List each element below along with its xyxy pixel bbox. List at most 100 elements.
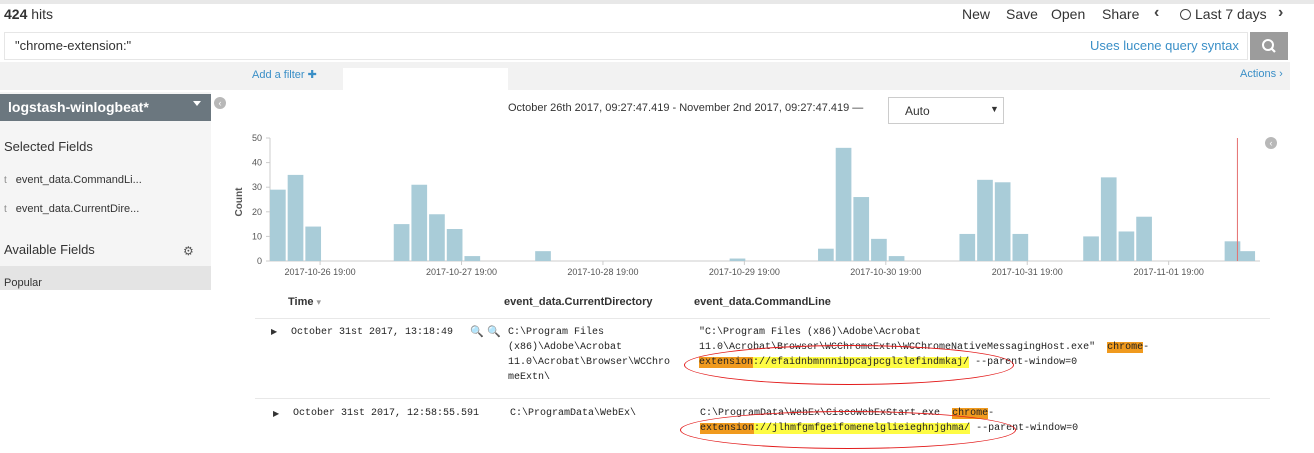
field-name: event_data.CommandLi... (15, 174, 142, 186)
search-input[interactable] (15, 38, 915, 53)
command-line-column-header[interactable]: event_data.CommandLine (694, 296, 831, 308)
histogram-bar (446, 229, 463, 261)
caret-down-icon[interactable] (193, 101, 201, 106)
y-tick-label: 0 (257, 256, 262, 266)
gear-icon[interactable]: ⚙ (183, 244, 194, 258)
x-tick-label: 2017-10-27 19:00 (426, 267, 497, 277)
plus-icon: ✚ (307, 69, 317, 81)
row-current-directory: C:\ProgramData\WebEx\ (510, 408, 637, 419)
string-type-icon: t (4, 175, 7, 186)
caret-down-icon: ▼ (990, 104, 999, 114)
zoom-out-icon[interactable]: 🔍 (487, 325, 501, 338)
red-annotation-circle (684, 345, 1014, 385)
histogram-bar (1100, 177, 1117, 261)
filter-bar-tab (343, 68, 508, 94)
histogram-bar (429, 214, 445, 261)
expand-row-icon[interactable]: ▶ (271, 327, 277, 336)
x-tick-label: 2017-10-31 19:00 (992, 267, 1063, 277)
histogram-bar (393, 224, 410, 261)
selected-fields-title: Selected Fields (4, 139, 93, 154)
histogram-bar (977, 179, 993, 261)
save-button[interactable]: Save (1006, 6, 1038, 22)
string-type-icon: t (4, 204, 7, 215)
chevron-right-small-icon: › (1279, 68, 1283, 80)
time-column-header[interactable]: Time ▾ (288, 296, 321, 308)
x-tick-label: 2017-10-28 19:00 (567, 267, 638, 277)
histogram-bar (1118, 231, 1135, 261)
sort-icon[interactable]: ▾ (317, 297, 322, 307)
y-tick-label: 10 (252, 231, 262, 241)
histogram-bar (464, 256, 481, 261)
time-picker-label: Last 7 days (1195, 6, 1267, 22)
chevron-left-icon[interactable]: ‹ (1154, 4, 1159, 22)
dir-line: (x86)\Adobe\Acrobat (508, 342, 623, 353)
y-tick-label: 40 (252, 158, 262, 168)
dir-line: C:\Program Files (508, 327, 605, 338)
selected-field-item[interactable]: t event_data.CommandLi... (4, 174, 142, 186)
share-button[interactable]: Share (1102, 6, 1139, 22)
selected-field-item[interactable]: t event_data.CurrentDire... (4, 203, 139, 215)
histogram-bar (535, 251, 551, 261)
histogram-bar (835, 147, 852, 261)
y-tick-label: 30 (252, 182, 262, 192)
zoom-in-icon[interactable]: 🔍 (470, 325, 484, 338)
histogram-bar (853, 197, 870, 261)
collapse-sidebar-icon[interactable]: ‹ (214, 97, 226, 109)
histogram-bar (959, 233, 976, 261)
cmd-dash: - (1143, 342, 1150, 353)
popular-fields-header: Popular (0, 266, 211, 290)
histogram-bar (287, 174, 304, 261)
row-current-directory: C:\Program Files (x86)\Adobe\Acrobat 11.… (508, 325, 670, 385)
cmd-dash: - (988, 408, 995, 419)
histogram-chart: Count 0 10 20 30 40 50 2017-10-26 19:00 2017-1… (234, 133, 1260, 277)
lucene-syntax-link[interactable]: Uses lucene query syntax (1090, 38, 1239, 53)
histogram-bar (1012, 233, 1029, 261)
histogram-bar (1083, 236, 1099, 261)
histogram-bar (270, 189, 286, 261)
x-tick-label: 2017-11-01 19:00 (1133, 267, 1203, 277)
y-tick-label: 50 (252, 133, 262, 143)
add-filter-label: Add a filter (252, 69, 305, 81)
hits-label: hits (31, 6, 54, 22)
actions-link[interactable]: Actions › (1240, 68, 1283, 80)
clock-icon (1180, 9, 1191, 20)
dir-line: meExtn\ (508, 372, 551, 383)
cmd-line: "C:\Program Files (x86)\Adobe\Acrobat (699, 327, 922, 338)
sidebar (0, 92, 211, 290)
dir-line: 11.0\Acrobat\Browser\WCChro (508, 357, 671, 368)
x-tick-label: 2017-10-26 19:00 (285, 267, 356, 277)
search-button[interactable] (1250, 32, 1288, 60)
time-range-label: October 26th 2017, 09:27:47.419 - Novemb… (508, 102, 864, 114)
histogram-bar (1136, 216, 1152, 261)
time-column-label: Time (288, 296, 314, 308)
hits-number: 424 (4, 6, 28, 22)
histogram-bar (994, 182, 1011, 261)
time-picker-button[interactable]: Last 7 days (1180, 6, 1267, 22)
index-pattern-select[interactable]: logstash-winlogbeat* (0, 94, 211, 121)
histogram-bar (888, 256, 905, 261)
histogram-bar (1239, 251, 1256, 261)
y-tick-label: 20 (252, 207, 262, 217)
row-time: October 31st 2017, 12:58:55.591 (293, 408, 480, 419)
histogram-bar (729, 258, 746, 261)
current-directory-column-header[interactable]: event_data.CurrentDirectory (504, 296, 653, 308)
new-button[interactable]: New (962, 6, 990, 22)
histogram-bar (871, 238, 887, 261)
interval-select[interactable]: Auto (888, 97, 1004, 124)
add-filter-link[interactable]: Add a filter ✚ (252, 68, 317, 81)
divider (255, 398, 1270, 399)
x-tick-label: 2017-10-30 19:00 (850, 267, 921, 277)
divider (255, 318, 1270, 319)
available-fields-title: Available Fields (4, 242, 95, 257)
search-box (4, 32, 1248, 60)
histogram-bar (1224, 241, 1241, 261)
row-time: October 31st 2017, 13:18:49 (291, 327, 454, 338)
expand-row-icon[interactable]: ▶ (273, 409, 279, 418)
field-name: event_data.CurrentDire... (15, 203, 140, 215)
y-axis-label: Count (234, 187, 245, 217)
x-tick-label: 2017-10-29 19:00 (709, 267, 780, 277)
open-button[interactable]: Open (1051, 6, 1085, 22)
actions-label: Actions (1240, 68, 1277, 80)
histogram-bar (305, 226, 322, 261)
chevron-right-icon[interactable]: › (1278, 4, 1283, 22)
